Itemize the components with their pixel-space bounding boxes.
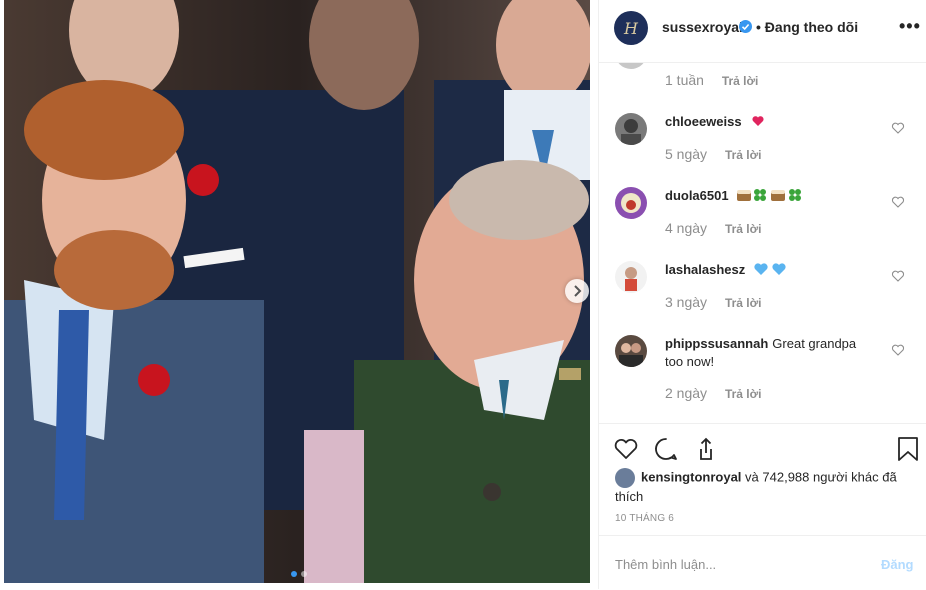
reply-button[interactable]: Trả lời — [725, 148, 762, 162]
author-avatar[interactable]: H — [614, 11, 648, 45]
follow-status[interactable]: • Đang theo dõi — [756, 19, 858, 35]
comment-time: 3 ngày — [665, 294, 708, 310]
comment-meta: 3 ngày Trả lời — [665, 294, 761, 310]
commenter-avatar[interactable] — [615, 113, 647, 145]
like-comment-heart-icon[interactable] — [891, 195, 905, 209]
post-side-panel: H sussexroyal • Đang theo dõi ••• 1 tuần… — [598, 0, 926, 589]
reply-button[interactable]: Trả lời — [725, 222, 762, 236]
carousel-indicator — [291, 571, 307, 577]
share-icon[interactable] — [693, 436, 719, 462]
avatar-monogram: H — [624, 18, 638, 38]
carousel-next-button[interactable] — [565, 279, 589, 303]
like-heart-icon[interactable] — [613, 436, 639, 462]
commenter-avatar[interactable] — [615, 335, 647, 367]
comment-time: 4 ngày — [665, 220, 708, 236]
chevron-right-icon — [574, 285, 582, 297]
previous-comment-avatar — [615, 63, 647, 69]
like-comment-heart-icon[interactable] — [891, 121, 905, 135]
likes-summary: kensingtonroyal và 742,988 người khác đã… — [615, 468, 915, 506]
comment-time: 1 tuần — [665, 72, 704, 88]
commenter-avatar[interactable] — [615, 261, 647, 293]
comment-text: phippssusannah Great grandpa too now! — [665, 335, 875, 371]
post-header: H sussexroyal • Đang theo dõi ••• — [599, 0, 926, 63]
commenter-username[interactable]: chloeeweiss — [665, 114, 742, 129]
comment-meta: 2 ngày Trả lời — [665, 385, 761, 401]
reply-button[interactable]: Trả lời — [722, 74, 759, 88]
commenter-username[interactable]: duola6501 — [665, 188, 729, 203]
heart-emoji-icon — [752, 116, 764, 126]
comment-bubble-icon[interactable] — [653, 436, 679, 462]
previous-comment-meta: 1 tuần Trả lời — [665, 72, 758, 88]
reply-button[interactable]: Trả lời — [725, 387, 762, 401]
carousel-dot-active — [291, 571, 297, 577]
commenter-avatar[interactable] — [615, 187, 647, 219]
comment-time: 2 ngày — [665, 385, 708, 401]
comments-list: 1 tuần Trả lời chloeeweiss 5 ngày Trả lờ… — [599, 63, 926, 423]
more-options-icon[interactable]: ••• — [899, 16, 921, 37]
cake-clover-emoji-icon — [737, 189, 802, 201]
comment-text: chloeeweiss — [665, 113, 875, 131]
author-username[interactable]: sussexroyal — [662, 19, 743, 35]
bookmark-icon[interactable] — [895, 436, 921, 462]
carousel-dot — [301, 571, 307, 577]
post-comment-button[interactable]: Đăng — [881, 557, 914, 572]
add-comment-bar: Thêm bình luận... Đăng — [599, 535, 926, 590]
photo-illustration — [4, 0, 590, 583]
comment-text: duola6501 — [665, 187, 875, 205]
commenter-username[interactable]: lashalashesz — [665, 262, 745, 277]
comment-meta: 4 ngày Trả lời — [665, 220, 761, 236]
liker-avatar[interactable] — [615, 468, 635, 488]
blue-hearts-emoji-icon — [754, 263, 786, 275]
like-comment-heart-icon[interactable] — [891, 343, 905, 357]
comment-text: lashalashesz — [665, 261, 875, 279]
verified-badge-icon — [739, 20, 752, 33]
liker-username[interactable]: kensingtonroyal — [641, 469, 741, 484]
post-actions-bar — [599, 423, 926, 472]
post-date[interactable]: 10 THÁNG 6 — [615, 513, 674, 524]
commenter-username[interactable]: phippssusannah — [665, 336, 768, 351]
comment-meta: 5 ngày Trả lời — [665, 146, 761, 162]
post-photo[interactable] — [4, 0, 590, 583]
like-comment-heart-icon[interactable] — [891, 269, 905, 283]
reply-button[interactable]: Trả lời — [725, 296, 762, 310]
comment-time: 5 ngày — [665, 146, 708, 162]
comment-input[interactable]: Thêm bình luận... — [615, 557, 716, 572]
